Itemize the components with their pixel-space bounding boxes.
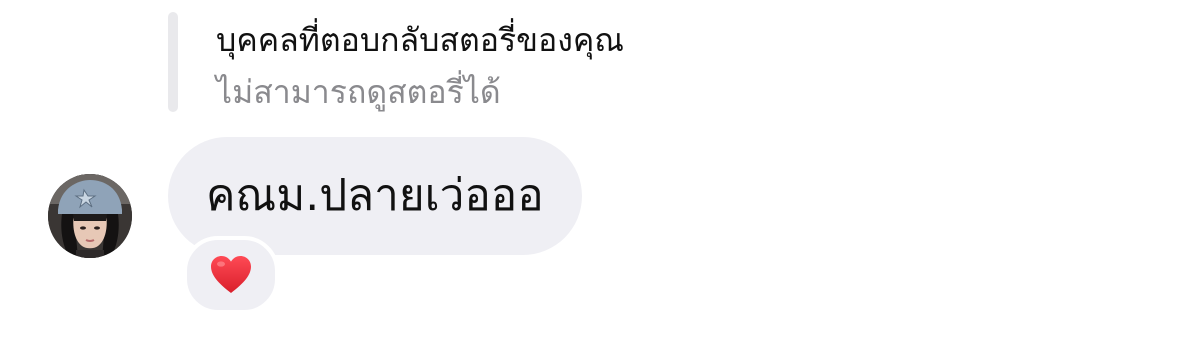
sender-avatar[interactable] [48,174,132,258]
reaction-badge[interactable] [183,236,279,314]
reply-context-subtitle: ไม่สามารถดูสตอรี่ได้ [216,73,501,111]
heart-icon [211,256,251,293]
message-text: คณม.ปลายเว่อออ [206,170,544,221]
story-reply-context[interactable]: บุคคลที่ตอบกลับสตอรี่ของคุณ ไม่สามารถดูส… [168,12,768,112]
reply-context-title: บุคคลที่ตอบกลับสตอรี่ของคุณ [216,21,624,59]
quote-bar [168,12,178,112]
avatar-photo-icon [48,174,132,258]
